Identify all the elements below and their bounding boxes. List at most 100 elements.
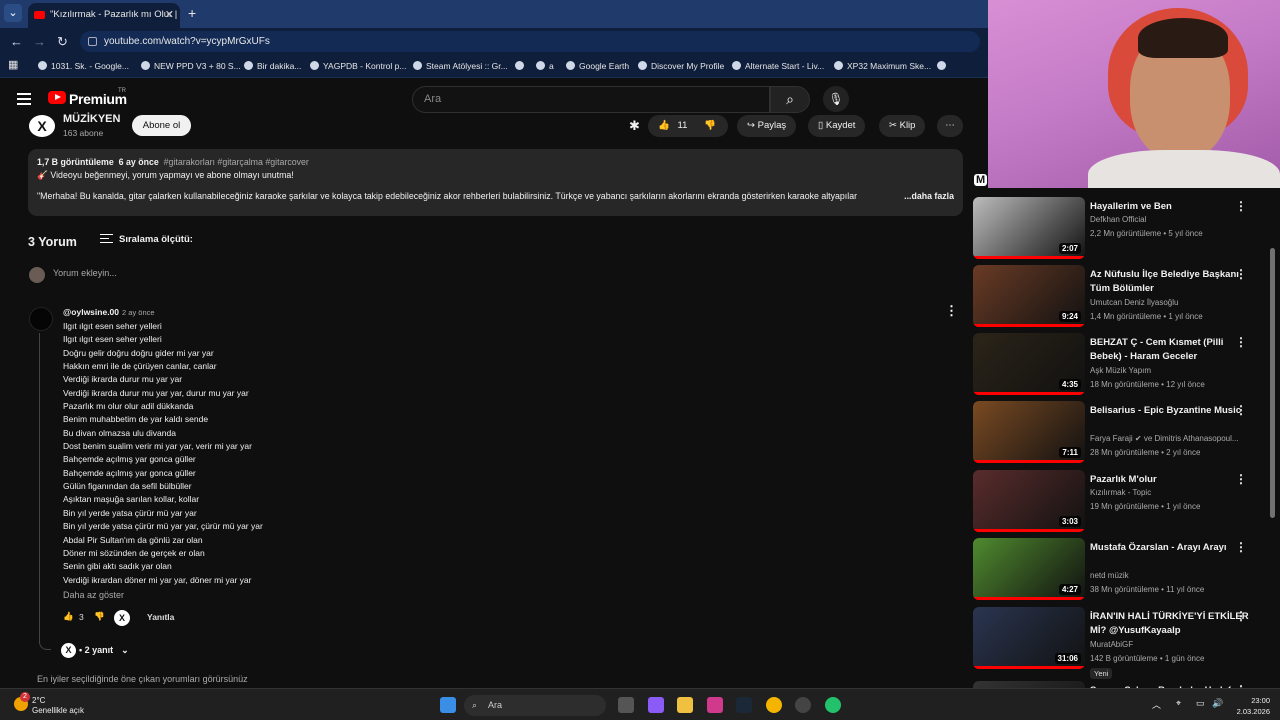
battery-icon[interactable]: ▭: [1196, 698, 1205, 709]
steam-icon[interactable]: [736, 697, 752, 713]
bookmark-4[interactable]: YAGPDB - Kontrol p...: [310, 61, 406, 71]
task-view-icon[interactable]: [618, 697, 634, 713]
video-more-icon[interactable]: ⋮: [1235, 267, 1247, 281]
tab-search-button[interactable]: ⌄: [4, 4, 22, 22]
video-channel[interactable]: netd müzik: [1090, 571, 1129, 580]
video-channel[interactable]: Farya Faraji ✔ ve Dimitris Athanasopoul.…: [1090, 434, 1239, 443]
related-video-item[interactable]: 7:11 Belisarius - Epic Byzantine Music Far…: [973, 401, 1273, 465]
location-icon[interactable]: ⌖: [1176, 698, 1181, 709]
video-title[interactable]: Hayallerim ve Ben: [1090, 200, 1250, 214]
video-thumbnail[interactable]: 4:35: [973, 333, 1085, 395]
related-video-item[interactable]: 9:24 Az Nüfuslu İlçe Belediye Başkanı Tüm…: [973, 265, 1273, 329]
comment-more-icon[interactable]: ⋮: [945, 303, 958, 319]
bookmark-7[interactable]: a: [536, 61, 554, 71]
menu-icon[interactable]: [17, 93, 31, 105]
video-title[interactable]: BEHZAT Ç - Cem Kısmet (Pilli Bebek) - Ha…: [1090, 336, 1250, 363]
bookmark-9[interactable]: Discover My Profile: [638, 61, 724, 71]
add-comment-input[interactable]: Yorum ekleyin...: [53, 268, 117, 278]
bookmark-6[interactable]: [515, 61, 528, 71]
windows-start-icon[interactable]: [440, 697, 456, 713]
thumbs-down-icon[interactable]: 👎: [704, 120, 716, 131]
related-video-item[interactable]: 2:07 Hayallerim ve Ben Defkhan Official 2,2…: [973, 197, 1273, 261]
site-info-icon[interactable]: [88, 37, 97, 46]
search-button[interactable]: ⌕: [770, 86, 810, 113]
tab-close-icon[interactable]: ✕: [165, 3, 174, 27]
store-icon[interactable]: [707, 697, 723, 713]
bookmark-3[interactable]: Bir dakika...: [244, 61, 301, 71]
sort-button[interactable]: Sıralama ölçütü:: [100, 234, 193, 245]
apps-icon[interactable]: ▦: [8, 58, 18, 71]
save-button[interactable]: ▯ Kaydet: [808, 115, 866, 137]
taskbar-clock[interactable]: 23:00 2.03.2026: [1232, 695, 1270, 717]
new-tab-icon[interactable]: +: [188, 5, 196, 21]
commenter-avatar[interactable]: [29, 307, 53, 331]
video-thumbnail[interactable]: [973, 681, 1085, 688]
video-channel[interactable]: Kızılırmak - Topic: [1090, 488, 1151, 497]
channel-name[interactable]: MÜZİKYEN: [63, 113, 120, 125]
video-more-icon[interactable]: ⋮: [1235, 199, 1247, 213]
related-video-item[interactable]: 4:35 BEHZAT Ç - Cem Kısmet (Pilli Bebek) …: [973, 333, 1273, 397]
description-box[interactable]: 1,7 B görüntüleme 6 ay önce #gitarakorla…: [28, 149, 963, 216]
bookmark-10[interactable]: Alternate Start - Liv...: [732, 61, 824, 71]
video-channel[interactable]: Umutcan Deniz İlyasoğlu: [1090, 298, 1178, 307]
app-icon[interactable]: [825, 697, 841, 713]
video-title[interactable]: Az Nüfuslu İlçe Belediye Başkanı Tüm Böl…: [1090, 268, 1250, 295]
bookmark-12[interactable]: [937, 61, 950, 71]
related-video-item[interactable]: Sansar Salvo - Bombalar Hedef⋮: [973, 681, 1273, 688]
file-explorer-icon[interactable]: [677, 697, 693, 713]
video-more-icon[interactable]: ⋮: [1235, 472, 1247, 486]
subscribe-button[interactable]: Abone ol: [132, 115, 191, 136]
channel-avatar[interactable]: X: [29, 115, 55, 137]
video-title[interactable]: İRAN'IN HALİ TÜRKİYE'Yİ ETKİLER Mİ? @Yus…: [1090, 610, 1250, 637]
gear-icon[interactable]: ✱: [629, 118, 640, 134]
more-actions-button[interactable]: ⋯: [937, 115, 963, 137]
bookmark-5[interactable]: Steam Atölyesi :: Gr...: [413, 61, 508, 71]
bookmark-11[interactable]: XP32 Maximum Ske...: [834, 61, 931, 71]
bookmark-1[interactable]: 1031. Sk. - Google...: [38, 61, 129, 71]
forward-icon[interactable]: →: [33, 34, 46, 49]
video-thumbnail[interactable]: 7:11: [973, 401, 1085, 463]
video-thumbnail[interactable]: 2:07: [973, 197, 1085, 259]
comment-author[interactable]: @oylwsine.00: [63, 307, 119, 317]
video-thumbnail[interactable]: 3:03: [973, 470, 1085, 532]
volume-icon[interactable]: 🔊: [1212, 698, 1223, 709]
comment-like-icon[interactable]: 👍: [63, 611, 74, 622]
comment-dislike-icon[interactable]: 👎: [94, 611, 105, 622]
clip-button[interactable]: ✂ Klip: [879, 115, 926, 137]
show-less-link[interactable]: Daha az göster: [63, 590, 124, 600]
obs-icon[interactable]: [795, 697, 811, 713]
related-video-item[interactable]: 3:03 Pazarlık M'olur Kızılırmak - Topic 19 …: [973, 470, 1273, 534]
search-input[interactable]: Ara: [412, 86, 770, 113]
replies-toggle[interactable]: • 2 yanıt ⌄: [79, 645, 129, 656]
share-button[interactable]: ↪ Paylaş: [737, 115, 797, 137]
youtube-logo-icon[interactable]: [48, 91, 66, 104]
video-thumbnail[interactable]: 9:24: [973, 265, 1085, 327]
scrollbar[interactable]: [1270, 248, 1275, 518]
address-bar[interactable]: youtube.com/watch?v=ycypMrGxUFs: [80, 31, 980, 52]
video-channel[interactable]: Defkhan Official: [1090, 215, 1146, 224]
chrome-icon[interactable]: [766, 697, 782, 713]
video-channel[interactable]: Aşk Müzik Yapım: [1090, 366, 1151, 375]
video-thumbnail[interactable]: 4:27: [973, 538, 1085, 600]
reload-icon[interactable]: ↻: [57, 34, 68, 50]
video-more-icon[interactable]: ⋮: [1235, 403, 1247, 417]
tray-chevron-icon[interactable]: ︿: [1152, 698, 1161, 711]
reply-button[interactable]: Yanıtla: [147, 612, 174, 622]
video-more-icon[interactable]: ⋮: [1235, 609, 1247, 623]
like-button[interactable]: 👍 11 👎: [648, 115, 728, 137]
bookmark-2[interactable]: NEW PPD V3 + 80 S...: [141, 61, 241, 71]
video-title[interactable]: Belisarius - Epic Byzantine Music: [1090, 404, 1250, 418]
description-more-link[interactable]: ...daha fazla: [900, 190, 954, 203]
mic-button[interactable]: 🎙: [823, 86, 849, 112]
comment-age[interactable]: 2 ay önce: [122, 308, 155, 317]
video-title[interactable]: Pazarlık M'olur: [1090, 473, 1250, 487]
video-more-icon[interactable]: ⋮: [1235, 335, 1247, 349]
description-tags[interactable]: #gitarakorları #gitarçalma #gitarcover: [164, 157, 309, 167]
taskbar-search[interactable]: ⌕ Ara: [464, 695, 606, 716]
related-video-item[interactable]: 4:27 Mustafa Özarslan - Arayı Arayı netd m…: [973, 538, 1273, 602]
copilot-icon[interactable]: [648, 697, 664, 713]
browser-tab[interactable]: "Kızılırmak - Pazarlık mı Olur | K ✕: [28, 3, 180, 28]
video-title[interactable]: Mustafa Özarslan - Arayı Arayı: [1090, 541, 1250, 555]
video-more-icon[interactable]: ⋮: [1235, 540, 1247, 554]
weather-widget[interactable]: 2°C Genellikle açık: [32, 696, 84, 716]
